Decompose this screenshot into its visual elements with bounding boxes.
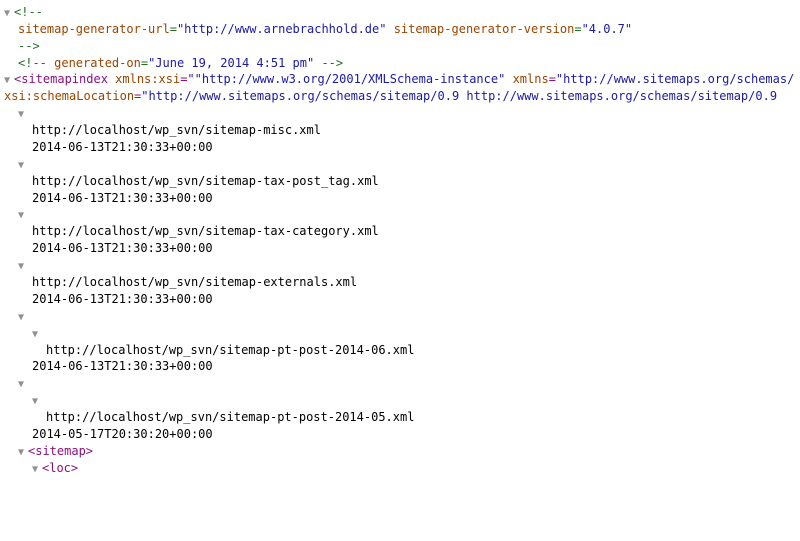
lastmod-value: 2014-06-13T21:30:33+00:00 — [32, 359, 213, 373]
sitemapindex-open: <sitemapindex xmlns:xsi=""http://www.w3.… — [4, 71, 796, 88]
loc-value: http://localhost/wp_svn/sitemap-pt-post-… — [46, 343, 414, 357]
sitemap-open — [4, 156, 796, 173]
toggle-icon[interactable] — [32, 328, 42, 342]
lastmod-value: 2014-06-13T21:30:33+00:00 — [32, 140, 213, 154]
loc-line: http://localhost/wp_svn/sitemap-external… — [4, 274, 796, 291]
lastmod-line: 2014-06-13T21:30:33+00:00 — [4, 190, 796, 207]
toggle-icon[interactable] — [18, 260, 28, 274]
comment2-prefix: <!-- — [18, 56, 54, 70]
comment-close-text: --> — [18, 39, 40, 53]
toggle-icon[interactable] — [18, 311, 28, 325]
comment1-ver-attr: sitemap-generator-version — [394, 22, 575, 36]
toggle-icon[interactable] — [32, 463, 42, 477]
lastmod-value: 2014-06-13T21:30:33+00:00 — [32, 241, 213, 255]
loc-open-line — [4, 325, 796, 342]
lastmod-value: 2014-06-13T21:30:33+00:00 — [32, 292, 213, 306]
comment-open-text: <!-- — [14, 5, 43, 19]
lastmod-line: 2014-06-13T21:30:33+00:00 — [4, 358, 796, 375]
sitemap-open — [4, 257, 796, 274]
loc-value: http://localhost/wp_svn/sitemap-tax-post… — [32, 174, 379, 188]
toggle-icon[interactable] — [18, 209, 28, 223]
lastmod-value: 2014-05-17T20:30:20+00:00 — [32, 427, 213, 441]
lastmod-line: 2014-06-13T21:30:33+00:00 — [4, 139, 796, 156]
loc-value: http://localhost/wp_svn/sitemap-tax-cate… — [32, 224, 379, 238]
loc-line: http://localhost/wp_svn/sitemap-misc.xml — [4, 122, 796, 139]
comment-body-1: sitemap-generator-url="http://www.arnebr… — [4, 21, 796, 38]
loc-partial: <loc> — [4, 460, 796, 477]
loc-line: http://localhost/wp_svn/sitemap-tax-cate… — [4, 223, 796, 240]
comment1-url-attr: sitemap-generator-url — [18, 22, 170, 36]
lastmod-line: 2014-06-13T21:30:33+00:00 — [4, 240, 796, 257]
loc-value-line: http://localhost/wp_svn/sitemap-pt-post-… — [4, 409, 796, 426]
comment2-val: "June 19, 2014 4:51 pm" — [148, 56, 314, 70]
si-open: <sitemapindex — [14, 72, 115, 86]
sitemap-open — [4, 308, 796, 325]
comment-open: <!-- — [4, 4, 796, 21]
toggle-icon[interactable] — [18, 108, 28, 122]
toggle-icon[interactable] — [32, 395, 42, 409]
toggle-icon[interactable] — [18, 378, 28, 392]
toggle-icon[interactable] — [4, 74, 14, 88]
loc-open-line — [4, 392, 796, 409]
comment2-suffix: --> — [314, 56, 343, 70]
toggle-icon[interactable] — [4, 7, 14, 21]
lastmod-value: 2014-06-13T21:30:33+00:00 — [32, 191, 213, 205]
comment2-attr: generated-on — [54, 56, 141, 70]
loc-line: http://localhost/wp_svn/sitemap-tax-post… — [4, 173, 796, 190]
sitemap-open — [4, 375, 796, 392]
sitemap-open — [4, 206, 796, 223]
comment-2: <!-- generated-on="June 19, 2014 4:51 pm… — [4, 55, 796, 72]
loc-value: http://localhost/wp_svn/sitemap-external… — [32, 275, 357, 289]
comment1-url-val: "http://www.arnebrachhold.de" — [177, 22, 387, 36]
loc-value: http://localhost/wp_svn/sitemap-misc.xml — [32, 123, 321, 137]
loc-value-line: http://localhost/wp_svn/sitemap-pt-post-… — [4, 342, 796, 359]
lastmod-line: 2014-05-17T20:30:20+00:00 — [4, 426, 796, 443]
sitemap-partial: <sitemap> — [4, 443, 796, 460]
toggle-icon[interactable] — [18, 446, 28, 460]
comment-close-1: --> — [4, 38, 796, 55]
comment1-ver-val: "4.0.7" — [582, 22, 633, 36]
loc-value: http://localhost/wp_svn/sitemap-pt-post-… — [46, 410, 414, 424]
toggle-icon[interactable] — [18, 159, 28, 173]
lastmod-line: 2014-06-13T21:30:33+00:00 — [4, 291, 796, 308]
sitemap-open — [4, 105, 796, 122]
sitemapindex-line2: xsi:schemaLocation="http://www.sitemaps.… — [4, 88, 796, 105]
